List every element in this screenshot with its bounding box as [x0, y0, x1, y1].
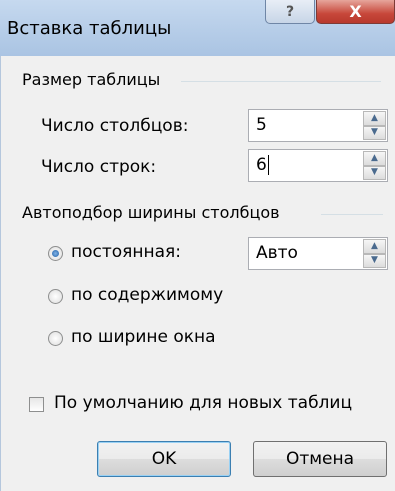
columns-spin-buttons: ▲ ▼ [363, 111, 386, 140]
columns-label: Число столбцов: [41, 116, 189, 136]
rows-spin-buttons: ▲ ▼ [363, 151, 386, 180]
rows-value[interactable]: 6 [256, 155, 269, 175]
text-caret [267, 155, 269, 175]
table-size-group-label: Размер таблицы [22, 70, 161, 89]
close-icon: X [349, 2, 362, 21]
spin-down-icon[interactable]: ▼ [363, 253, 386, 268]
cancel-button-label: Отмена [285, 449, 355, 469]
radio-autofit-contents[interactable] [48, 289, 63, 304]
columns-spinner[interactable]: 5 ▲ ▼ [248, 109, 388, 142]
help-icon: ? [285, 3, 295, 20]
group-divider [181, 81, 381, 82]
spin-down-icon[interactable]: ▼ [363, 125, 386, 140]
fixed-width-spin-buttons: ▲ ▼ [363, 239, 386, 268]
group-divider [321, 214, 383, 215]
radio-autofit-contents-label[interactable]: по содержимому [71, 285, 223, 305]
title-bar[interactable]: Вставка таблицы ? X [0, 0, 395, 56]
ok-button-label: OK [151, 449, 177, 469]
radio-autofit-window-label[interactable]: по ширине окна [71, 327, 216, 347]
autofit-group-label: Автоподбор ширины столбцов [22, 203, 280, 222]
dialog-body: Размер таблицы Число столбцов: 5 ▲ ▼ Чис… [0, 56, 395, 491]
dialog-title: Вставка таблицы [7, 18, 172, 39]
ok-button[interactable]: OK [97, 441, 231, 477]
columns-value[interactable]: 5 [256, 115, 267, 135]
spin-down-icon[interactable]: ▼ [363, 165, 386, 180]
cancel-button[interactable]: Отмена [253, 441, 387, 477]
radio-fixed-width[interactable] [48, 246, 63, 261]
fixed-width-value[interactable]: Авто [256, 243, 298, 263]
radio-autofit-window[interactable] [48, 331, 63, 346]
radio-fixed-width-label[interactable]: постоянная: [71, 242, 181, 262]
spin-up-icon[interactable]: ▲ [363, 151, 386, 166]
spin-up-icon[interactable]: ▲ [363, 239, 386, 254]
rows-spinner[interactable]: 6 ▲ ▼ [248, 149, 388, 182]
insert-table-dialog: Вставка таблицы ? X Размер таблицы Число… [0, 0, 395, 491]
close-button[interactable]: X [316, 0, 395, 24]
default-new-tables-label[interactable]: По умолчанию для новых таблиц [54, 393, 352, 413]
spin-up-icon[interactable]: ▲ [363, 111, 386, 126]
default-new-tables-checkbox[interactable] [29, 397, 44, 412]
rows-label: Число строк: [41, 157, 157, 177]
fixed-width-spinner[interactable]: Авто ▲ ▼ [248, 237, 388, 270]
help-button[interactable]: ? [265, 0, 315, 24]
